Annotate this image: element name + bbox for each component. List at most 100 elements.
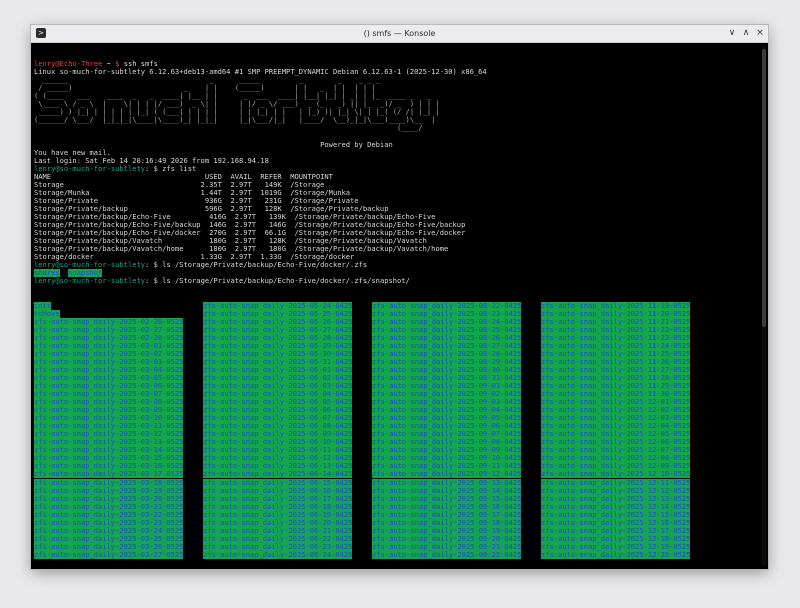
terminal-line: Powered by Debian [34,141,756,149]
snapshot-entry: zfs-auto-snap_daily-2025-12-04-0525 [541,422,710,431]
snapshot-entry: zfs-auto-snap_daily-2025-12-14-0525 [541,502,710,511]
snapshot-entry: zfs-auto-snap_daily-2025-06-02-0425 [203,373,372,382]
snapshot-name: zfs-auto-snap_daily-2025-03-07-0525 [34,390,184,399]
snapshot-entry: zfs-auto-snap_daily-2025-11-26-0525 [541,357,710,366]
snapshot-entry: zfs-auto-snap_daily-2025-12-07-0525 [541,446,710,455]
close-icon[interactable]: × [755,25,765,42]
snapshot-name: zfs-auto-snap_daily-2025-06-13-0425 [203,462,353,471]
snapshot-name: zfs-auto-snap_daily-2025-03-22-0525 [34,510,184,519]
snapshot-name: zfs-auto-snap_daily-2025-03-10-0525 [34,414,184,423]
snapshot-name: toMove [34,309,60,318]
terminal-text: : $ ls /Storage/Private/backup/Echo-Five… [145,261,368,270]
snapshot-entry: zfs-auto-snap_daily-2025-03-13-0525 [34,438,203,447]
terminal-line: (______/ \___/ |_|_|_|\____|\____)_| |_|… [34,116,756,124]
snapshot-name: zfs-auto-snap_daily-2025-03-04-0525 [34,365,184,374]
snapshot-name: zfs-auto-snap_daily-2025-09-19-0425 [372,526,522,535]
snapshot-entry: zfs-auto-snap_daily-2025-11-29-0525 [541,381,710,390]
snapshot-entry: zfs-auto-snap_daily-2025-09-02-0425 [372,390,541,399]
snapshot-name: zfs-auto-snap_daily-2025-05-28-0425 [203,333,353,342]
terminal-text: NAME USED AVAIL REFER MOUNTPOINT [34,172,333,181]
snapshot-entry: zfs-auto-snap_daily-2025-08-22-0425 [372,301,541,310]
snapshot-entry: zfs-auto-snap_daily-2025-06-21-0425 [203,526,372,535]
snapshot-entry: zfs-auto-snap_daily-2025-03-01-0525 [34,341,203,350]
snapshot-name: zfs-auto-snap_daily-2025-12-10-0525 [541,470,691,479]
terminal-text: You have new mail. [34,148,111,157]
snapshot-entry: zfs-auto-snap_daily-2025-09-19-0425 [372,526,541,535]
snapshot-entry: init [34,301,203,310]
snapshot-name: zfs-auto-snap_daily-2025-09-07-0425 [372,430,522,439]
title-bar[interactable]: > () smfs — Konsole ∨ ∧ × [31,25,768,43]
snapshot-entry: zfs-auto-snap_daily-2025-03-16-0525 [34,462,203,471]
snapshot-entry: zfs-auto-snap_daily-2025-12-05-0525 [541,430,710,439]
snapshot-name: zfs-auto-snap_daily-2025-09-20-0425 [372,534,522,543]
snapshot-entry: zfs-auto-snap_daily-2025-06-13-0425 [203,462,372,471]
snapshot-entry: zfs-auto-snap_daily-2025-12-12-0525 [541,486,710,495]
snapshot-entry: zfs-auto-snap_daily-2025-05-30-0425 [203,349,372,358]
snapshot-entry: zfs-auto-snap_daily-2025-09-08-0425 [372,438,541,447]
terminal-text: ssh smfs [119,60,158,69]
terminal-scrollbar[interactable] [762,45,766,565]
snapshot-entry: zfs-auto-snap_daily-2025-12-18-0525 [541,534,710,543]
snapshot-name: zfs-auto-snap_daily-2025-06-12-0425 [203,454,353,463]
snapshot-entry: zfs-auto-snap_daily-2025-09-18-0425 [372,518,541,527]
snapshot-entry: zfs-auto-snap_daily-2025-09-01-0425 [372,381,541,390]
terminal-line: lenry@Echo-Three ~ $ ssh smfs [34,60,756,68]
snapshot-entry: zfs-auto-snap_daily-2025-09-13-0425 [372,478,541,487]
snapshot-name: zfs-auto-snap_daily-2025-05-26-0425 [203,317,353,326]
terminal-line: ______ _ _____ _ _ _ _ _ [34,76,756,84]
snapshot-name: zfs-auto-snap_daily-2025-11-28-0525 [541,373,691,382]
snapshot-entry: zfs-auto-snap_daily-2025-12-01-0525 [541,398,710,407]
snapshot-entry: zfs-auto-snap_daily-2025-05-24-0425 [203,301,372,310]
snapshot-entry: zfs-auto-snap_daily-2025-09-11-0425 [372,462,541,471]
snapshot-entry: zfs-auto-snap_daily-2025-06-10-0425 [203,438,372,447]
snapshot-name: zfs-auto-snap_daily-2025-12-12-0525 [541,486,691,495]
snapshot-name: zfs-auto-snap_daily-2025-06-22-0425 [203,534,353,543]
snapshot-entry: zfs-auto-snap_daily-2025-06-24-0425 [203,550,372,559]
terminal-line: Storage/Private/backup/Vavatch 180G 2.97… [34,237,756,245]
terminal-line: Last login: Sat Feb 14 20:16:49 2026 fro… [34,157,756,165]
snapshot-entry: zfs-auto-snap_daily-2025-06-15-0425 [203,478,372,487]
snapshot-entry: zfs-auto-snap_daily-2025-03-04-0525 [34,365,203,374]
terminal-output[interactable]: lenry@Echo-Three ~ $ ssh smfs Linux so-mu… [34,44,756,568]
snapshot-entry: zfs-auto-snap_daily-2025-05-29-0425 [203,341,372,350]
snapshot-entry: zfs-auto-snap_daily-2025-08-24-0425 [372,317,541,326]
snapshot-name: zfs-auto-snap_daily-2025-11-30-0525 [541,390,691,399]
snapshot-name: zfs-auto-snap_daily-2025-03-06-0525 [34,381,184,390]
snapshot-name: zfs-auto-snap_daily-2025-06-07-0425 [203,414,353,423]
snapshot-name: zfs-auto-snap_daily-2025-09-08-0425 [372,438,522,447]
snapshot-entry: zfs-auto-snap_daily-2025-09-07-0425 [372,430,541,439]
terminal-text: ( (____ ___ ____ _ _ ____| |__ | | _ ___… [34,92,436,101]
snapshot-name: zfs-auto-snap_daily-2025-08-27-0425 [372,341,522,350]
snapshot-name: zfs-auto-snap_daily-2025-12-04-0525 [541,422,691,431]
snapshot-entry: zfs-auto-snap_daily-2025-03-26-0525 [34,542,203,551]
snapshot-entry: zfs-auto-snap_daily-2025-09-04-0425 [372,406,541,415]
snapshot-entry: zfs-auto-snap_daily-2025-03-24-0525 [34,526,203,535]
snapshot-name: zfs-auto-snap_daily-2025-06-05-0425 [203,398,353,407]
snapshot-name: zfs-auto-snap_daily-2025-12-06-0525 [541,438,691,447]
snapshot-name: zfs-auto-snap_daily-2025-06-06-0425 [203,406,353,415]
maximize-icon[interactable]: ∧ [741,25,751,42]
snapshot-entry: zfs-auto-snap_daily-2025-06-14-0425 [203,470,372,479]
snapshot-name: zfs-auto-snap_daily-2025-06-09-0425 [203,430,353,439]
snapshot-entry: zfs-auto-snap_daily-2025-05-27-0425 [203,325,372,334]
snapshot-name: zfs-auto-snap_daily-2025-06-17-0425 [203,494,353,503]
snapshot-name: zfs-auto-snap_daily-2025-08-25-0425 [372,325,522,334]
snapshot-listing: init zfs-auto-snap_daily-2025-05-24-0425 z… [34,301,756,560]
minimize-icon[interactable]: ∨ [727,25,737,42]
snapshot-name: zfs-auto-snap_daily-2025-12-09-0525 [541,462,691,471]
snapshot-name: zfs-auto-snap_daily-2025-05-24-0425 [203,301,353,310]
terminal-text: Storage/Private/backup/Vavatch/home 180G… [34,245,449,254]
snapshot-name: zfs-auto-snap_daily-2025-03-14-0525 [34,446,184,455]
snapshot-name: zfs-auto-snap_daily-2025-03-20-0525 [34,494,184,503]
snapshot-name: zfs-auto-snap_daily-2025-05-25-0425 [203,309,353,318]
snapshot-name: zfs-auto-snap_daily-2025-08-31-0425 [372,373,522,382]
terminal-text: ______ _ _____ _ _ _ _ _ [34,76,423,85]
snapshot-entry: zfs-auto-snap_daily-2025-06-20-0425 [203,518,372,527]
terminal-text: : $ zfs list [145,164,197,173]
snapshot-name: zfs-auto-snap_daily-2025-08-22-0425 [372,301,522,310]
terminal-line: You have new mail. [34,149,756,157]
snapshot-name: zfs-auto-snap_daily-2025-06-23-0425 [203,542,353,551]
snapshot-name: zfs-auto-snap_daily-2025-06-21-0425 [203,526,353,535]
snapshot-entry: zfs-auto-snap_daily-2025-03-09-0525 [34,406,203,415]
scrollbar-thumb[interactable] [762,49,766,327]
